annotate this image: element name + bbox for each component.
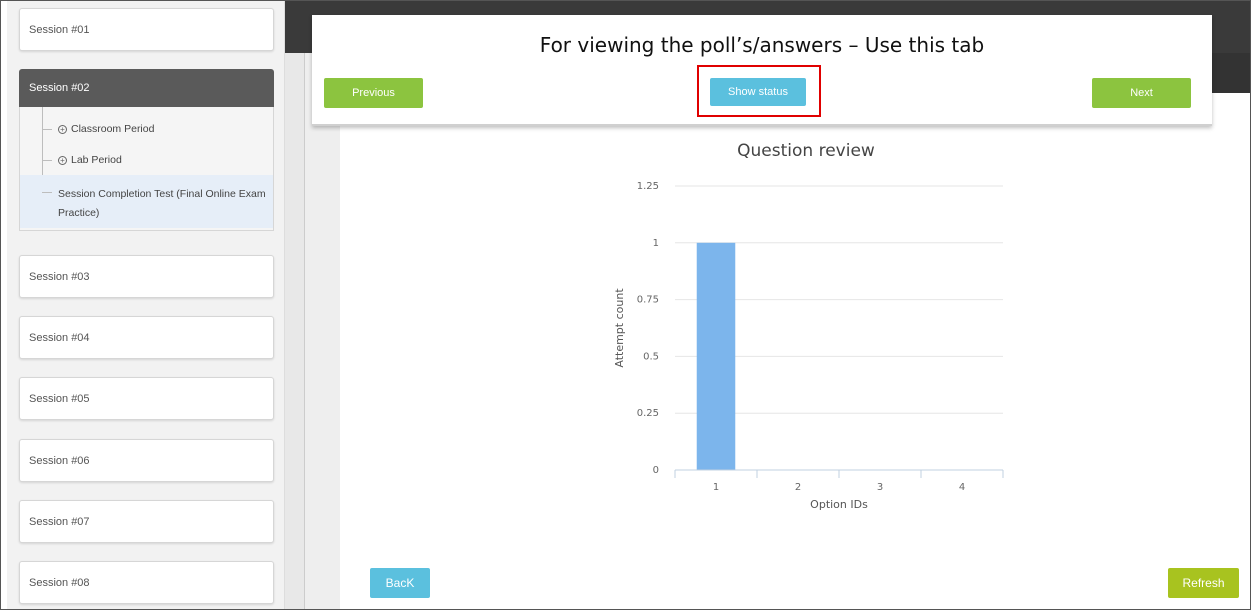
y-tick-label: 0.25: [637, 408, 659, 419]
session-label: Session #04: [29, 331, 90, 344]
refresh-button[interactable]: Refresh: [1168, 568, 1239, 598]
sidebar: Session #01 Session #02 + Classroom Peri…: [7, 1, 285, 609]
plus-circle-icon: +: [58, 124, 67, 134]
plus-circle-icon: +: [58, 155, 67, 165]
session-item-07[interactable]: Session #07: [19, 500, 274, 543]
tree-branch: [42, 128, 52, 130]
sub-item-label: Session Completion Test (Final Online Ex…: [58, 188, 266, 219]
panel-divider: [312, 124, 1212, 126]
session-item-02-active[interactable]: Session #02: [19, 69, 274, 107]
question-review-chart: 0 0.25 0.5 0.75 1 1.25 1 2 3 4 Attempt count Opti…: [613, 181, 1004, 511]
content-gutter-inner: [304, 53, 340, 609]
x-tick-label: 1: [713, 482, 719, 493]
panel-title: For viewing the poll’s/answers – Use thi…: [539, 33, 985, 57]
y-tick-label: 1.25: [637, 181, 659, 192]
sub-item-classroom-period[interactable]: + Classroom Period: [20, 119, 273, 139]
sub-item-lab-period[interactable]: + Lab Period: [20, 150, 273, 170]
session-label: Session #06: [29, 454, 90, 467]
sub-item-label: Classroom Period: [71, 123, 155, 135]
chart-title: Question review: [737, 141, 875, 161]
navigation-panel: For viewing the poll’s/answers – Use thi…: [312, 15, 1212, 126]
tree-branch: [42, 192, 52, 193]
sub-item-completion-test[interactable]: Session Completion Test (Final Online Ex…: [20, 175, 273, 228]
show-status-button[interactable]: Show status: [710, 78, 806, 106]
bar-option-1: [696, 242, 736, 470]
y-tick-label: 1: [653, 238, 659, 249]
x-tick-label: 2: [795, 482, 801, 493]
x-tick-label: 3: [877, 482, 883, 493]
x-tick-label: 4: [959, 482, 965, 493]
y-axis-title: Attempt count: [613, 288, 626, 368]
session-item-06[interactable]: Session #06: [19, 439, 274, 482]
session-label: Session #08: [29, 576, 90, 589]
session-item-08[interactable]: Session #08: [19, 561, 274, 604]
y-tick-label: 0.75: [637, 295, 659, 306]
session-item-01[interactable]: Session #01: [19, 8, 274, 51]
app-window: Session #01 Session #02 + Classroom Peri…: [0, 0, 1251, 610]
back-button[interactable]: BacK: [370, 568, 430, 598]
session-label: Session #07: [29, 515, 90, 528]
tree-branch: [42, 159, 52, 161]
y-tick-label: 0: [653, 465, 659, 476]
previous-button[interactable]: Previous: [324, 78, 423, 108]
session-label: Session #05: [29, 392, 90, 405]
session-label: Session #01: [29, 23, 90, 36]
x-axis-title: Option IDs: [810, 498, 868, 511]
session-item-05[interactable]: Session #05: [19, 377, 274, 420]
session-item-04[interactable]: Session #04: [19, 316, 274, 359]
session-02-contents: + Classroom Period + Lab Period Session …: [19, 107, 274, 231]
sub-item-label: Lab Period: [71, 154, 122, 166]
session-label: Session #02: [29, 82, 90, 94]
next-button[interactable]: Next: [1092, 78, 1191, 108]
session-label: Session #03: [29, 270, 90, 283]
y-tick-label: 0.5: [643, 351, 659, 362]
session-item-03[interactable]: Session #03: [19, 255, 274, 298]
